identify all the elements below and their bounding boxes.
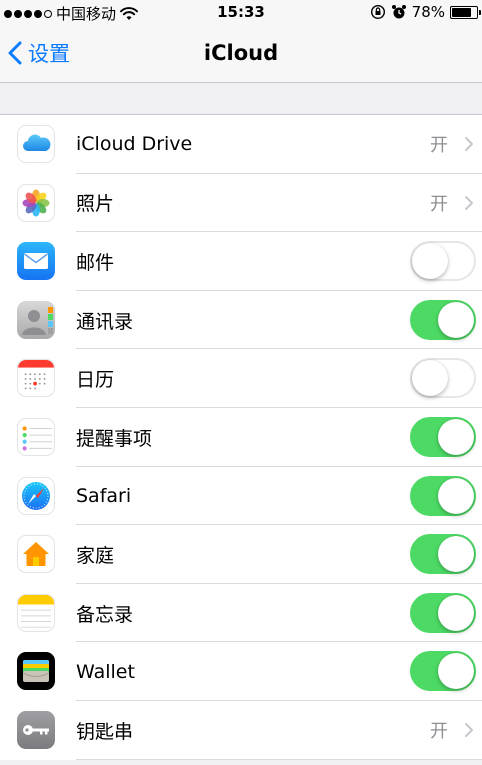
safari-toggle[interactable] (410, 475, 476, 516)
row-label: Wallet (76, 660, 135, 683)
row-label: 提醒事项 (76, 427, 153, 450)
row-label: 日历 (76, 369, 115, 392)
row-safari: Safari (0, 467, 482, 526)
settings-list: iCloud Drive 开 照片 开 邮件 通讯录 日历 提醒事项 Safar… (0, 114, 482, 760)
row-calendar: 日历 (0, 349, 482, 408)
row-mail: 邮件 (0, 232, 482, 291)
alarm-icon (391, 5, 406, 19)
chevron-right-icon (465, 137, 473, 152)
notes-toggle[interactable] (410, 592, 476, 633)
notes-icon (17, 593, 55, 632)
orientation-lock-icon (370, 4, 385, 20)
safari-icon (17, 476, 55, 515)
row-wallet: Wallet (0, 642, 482, 701)
status-bar: 中国移动 15:33 78% (0, 0, 482, 26)
row-icloud-drive[interactable]: iCloud Drive 开 (0, 115, 482, 174)
calendar-icon (17, 359, 55, 398)
contacts-toggle[interactable] (410, 299, 476, 340)
row-label: 照片 (76, 193, 115, 216)
row-label: Safari (76, 484, 132, 507)
status-right: 78% (370, 3, 481, 21)
row-status-value: 开 (430, 193, 448, 215)
calendar-toggle[interactable] (410, 358, 476, 399)
mail-icon (17, 242, 55, 281)
wallet-icon (17, 652, 55, 691)
row-notes: 备忘录 (0, 584, 482, 643)
mail-toggle[interactable] (410, 241, 476, 282)
home-icon (17, 535, 55, 574)
photos-icon (17, 183, 55, 222)
row-label: 通讯录 (76, 310, 134, 333)
keychain-icon (17, 710, 55, 749)
battery-icon (450, 5, 481, 19)
row-photos[interactable]: 照片 开 (0, 174, 482, 233)
row-label: 备忘录 (76, 603, 134, 626)
row-label: iCloud Drive (76, 133, 193, 156)
contacts-icon (17, 300, 55, 339)
row-label: 家庭 (76, 544, 115, 567)
row-label: 邮件 (76, 251, 115, 274)
row-status-value: 开 (430, 135, 448, 157)
battery-percentage: 78% (411, 3, 445, 21)
navigation-bar: 设置 iCloud (0, 26, 482, 83)
reminders-icon (17, 417, 55, 456)
row-keychain[interactable]: 钥匙串 开 (0, 701, 482, 760)
chevron-right-icon (465, 195, 473, 210)
page-title: iCloud (203, 41, 279, 65)
row-contacts: 通讯录 (0, 291, 482, 350)
reminders-toggle[interactable] (410, 416, 476, 457)
icloud-drive-icon (17, 125, 55, 163)
wallet-toggle[interactable] (410, 651, 476, 692)
row-reminders: 提醒事项 (0, 408, 482, 467)
home-toggle[interactable] (410, 534, 476, 575)
chevron-right-icon (465, 723, 473, 738)
row-home: 家庭 (0, 525, 482, 584)
row-label: 钥匙串 (76, 720, 134, 743)
row-status-value: 开 (430, 721, 448, 743)
